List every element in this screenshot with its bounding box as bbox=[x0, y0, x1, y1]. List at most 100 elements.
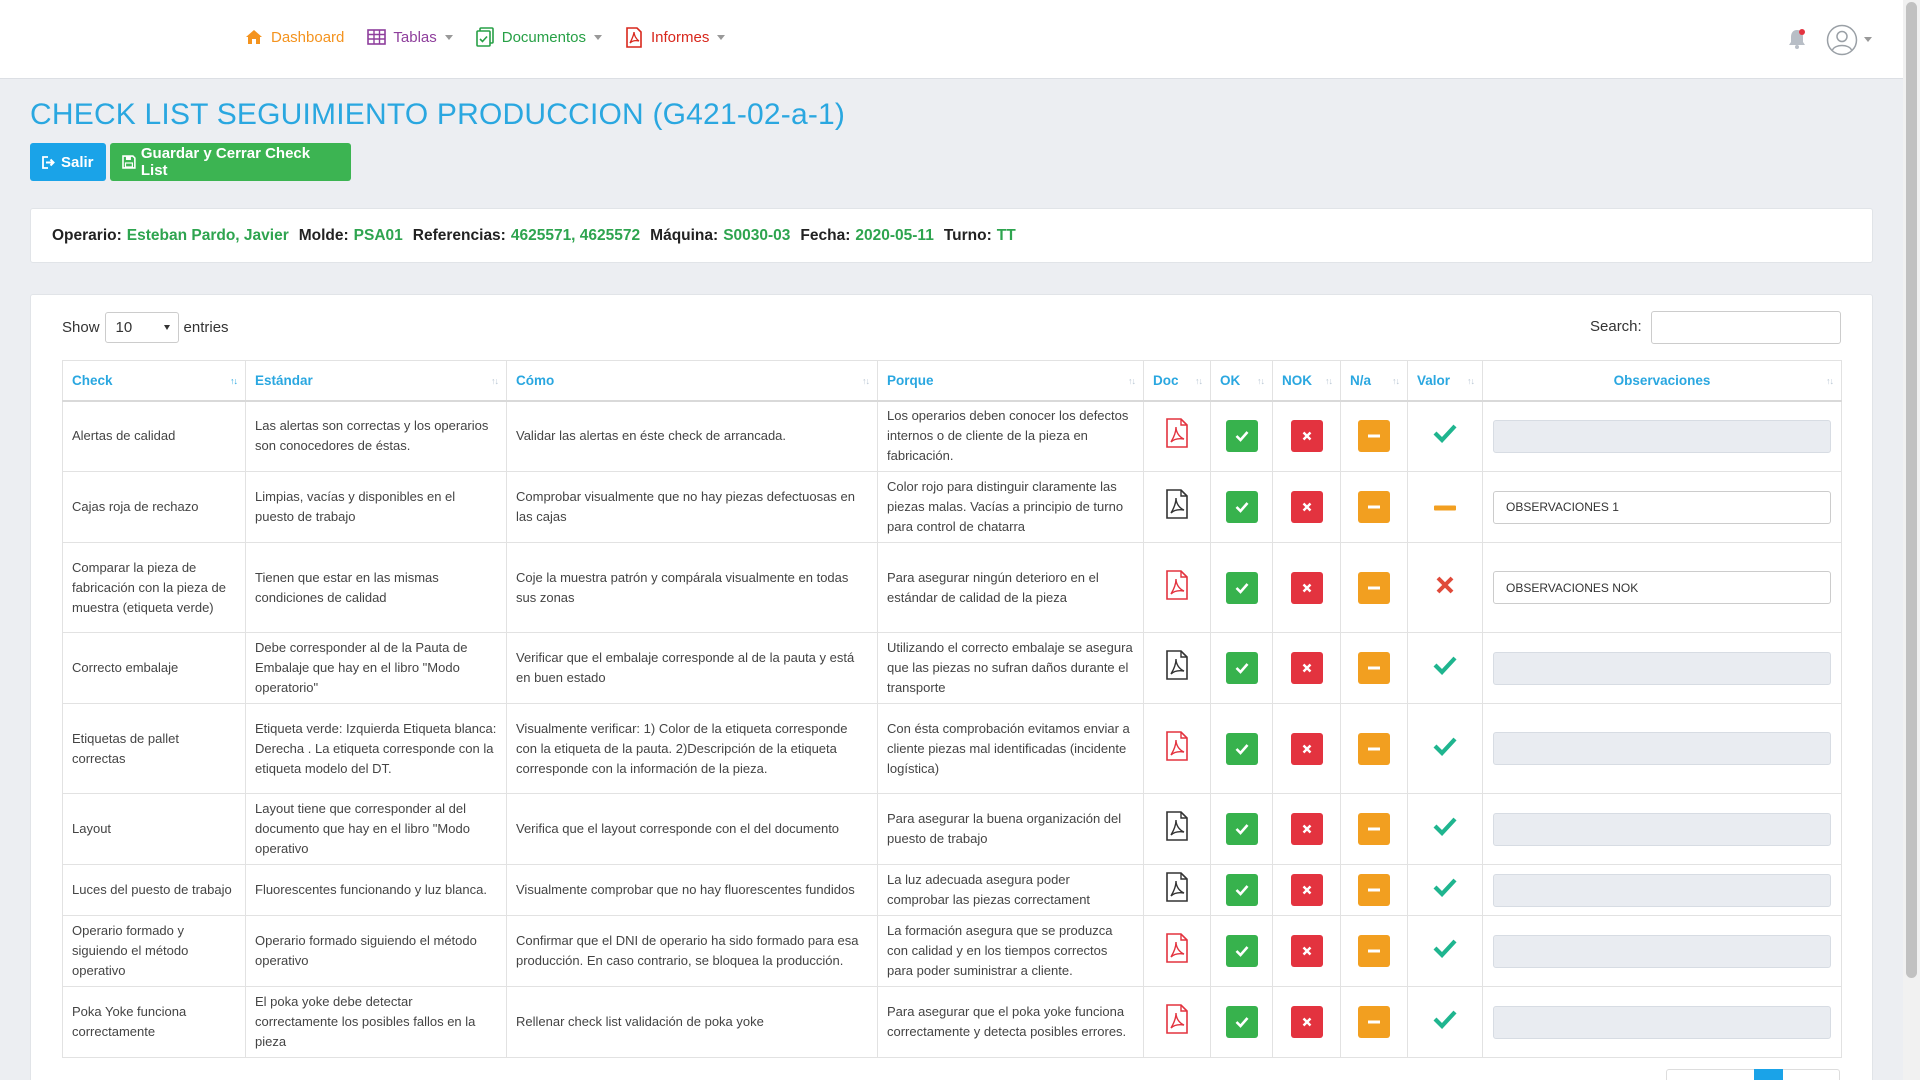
nav-dashboard[interactable]: Dashboard bbox=[244, 27, 344, 47]
ok-button[interactable] bbox=[1225, 874, 1258, 906]
table-row: Cajas roja de rechazo Limpias, vacías y d… bbox=[62, 471, 1842, 543]
scrollbar-thumb[interactable] bbox=[1906, 2, 1917, 978]
sort-arrows-icon: ↑↓ bbox=[1195, 376, 1203, 386]
notifications-bell-icon[interactable] bbox=[1787, 28, 1807, 50]
cell-estandar: Fluorescentes funcionando y luz blanca. bbox=[245, 864, 507, 916]
cell-nok bbox=[1272, 703, 1341, 794]
fecha-value: 2020-05-11 bbox=[855, 226, 934, 244]
cell-check: Luces del puesto de trabajo bbox=[62, 864, 246, 916]
cell-check: Operario formado y siguiendo el método o… bbox=[62, 915, 246, 987]
observaciones-input[interactable] bbox=[1493, 873, 1831, 907]
observaciones-input[interactable] bbox=[1493, 1005, 1831, 1039]
valor-status-icon bbox=[1435, 575, 1455, 595]
cell-observaciones bbox=[1482, 400, 1842, 472]
pdf-document-icon[interactable] bbox=[1165, 811, 1189, 847]
pdf-document-icon[interactable] bbox=[1165, 418, 1189, 454]
pagination[interactable] bbox=[1666, 1069, 1840, 1080]
cell-doc bbox=[1143, 793, 1211, 865]
table-header-row: Check ↑↓ Estándar ↑↓ Cómo ↑↓ Porque ↑↓ Doc ↑↓ OK ↑↓… bbox=[62, 360, 1842, 402]
na-button[interactable] bbox=[1358, 1006, 1390, 1038]
ok-button[interactable] bbox=[1225, 420, 1258, 453]
pagination-active-page[interactable] bbox=[1754, 1069, 1783, 1080]
na-button[interactable] bbox=[1358, 491, 1390, 523]
save-close-button[interactable]: Guardar y Cerrar Check List bbox=[110, 143, 351, 181]
cell-ok bbox=[1210, 793, 1273, 865]
pdf-document-icon[interactable] bbox=[1165, 933, 1189, 969]
nav-tablas[interactable]: Tablas bbox=[366, 27, 453, 47]
exit-button[interactable]: Salir bbox=[30, 143, 106, 181]
valor-status-icon bbox=[1433, 423, 1457, 444]
nok-button[interactable] bbox=[1290, 420, 1323, 453]
checklist-table: Check ↑↓ Estándar ↑↓ Cómo ↑↓ Porque ↑↓ Doc ↑↓ OK ↑↓… bbox=[62, 360, 1842, 1058]
nok-button[interactable] bbox=[1290, 813, 1323, 845]
home-icon bbox=[244, 27, 264, 47]
observaciones-input[interactable] bbox=[1493, 732, 1831, 765]
nok-button[interactable] bbox=[1290, 491, 1323, 523]
observaciones-input[interactable] bbox=[1493, 651, 1831, 685]
checklist-info-panel: Operario: Esteban Pardo, Javier Molde: P… bbox=[30, 208, 1873, 263]
nav-documentos[interactable]: Documentos bbox=[475, 27, 602, 47]
operario-label: Operario: bbox=[52, 226, 122, 244]
ok-button[interactable] bbox=[1225, 571, 1258, 604]
entries-select[interactable]: 10 bbox=[104, 312, 179, 343]
chevron-down-icon[interactable] bbox=[1864, 37, 1872, 42]
na-button[interactable] bbox=[1358, 420, 1390, 453]
operario-value: Esteban Pardo, Javier bbox=[126, 226, 289, 244]
observaciones-input[interactable] bbox=[1493, 419, 1831, 453]
nok-button[interactable] bbox=[1290, 652, 1323, 684]
nok-button[interactable] bbox=[1290, 732, 1323, 765]
column-header-nok[interactable]: NOK ↑↓ bbox=[1272, 360, 1341, 402]
minus-icon bbox=[1368, 827, 1380, 831]
minus-icon bbox=[1368, 666, 1380, 670]
column-header-doc[interactable]: Doc ↑↓ bbox=[1143, 360, 1211, 402]
ok-button[interactable] bbox=[1225, 813, 1258, 845]
column-header-porque[interactable]: Porque ↑↓ bbox=[877, 360, 1144, 402]
pdf-document-icon[interactable] bbox=[1165, 489, 1189, 525]
column-header-estandar[interactable]: Estándar ↑↓ bbox=[245, 360, 507, 402]
pdf-document-icon[interactable] bbox=[1165, 872, 1189, 908]
column-header-check[interactable]: Check ↑↓ bbox=[62, 360, 246, 402]
column-header-ok[interactable]: OK ↑↓ bbox=[1210, 360, 1273, 402]
user-avatar-icon[interactable] bbox=[1826, 24, 1858, 56]
na-button[interactable] bbox=[1358, 813, 1390, 845]
na-button[interactable] bbox=[1358, 732, 1390, 765]
observaciones-input[interactable] bbox=[1493, 934, 1831, 968]
pdf-document-icon[interactable] bbox=[1165, 650, 1189, 686]
cell-porque: Utilizando el correcto embalaje se asegu… bbox=[877, 632, 1144, 704]
observaciones-input[interactable]: OBSERVACIONES NOK bbox=[1493, 571, 1831, 604]
na-button[interactable] bbox=[1358, 652, 1390, 684]
observaciones-input[interactable]: OBSERVACIONES 1 bbox=[1493, 490, 1831, 524]
column-header-como[interactable]: Cómo ↑↓ bbox=[506, 360, 878, 402]
ok-button[interactable] bbox=[1225, 1006, 1258, 1038]
column-header-observaciones[interactable]: Observaciones ↑↓ bbox=[1482, 360, 1842, 402]
ok-button[interactable] bbox=[1225, 732, 1258, 765]
nav-informes[interactable]: Informes bbox=[624, 26, 726, 48]
nok-button[interactable] bbox=[1290, 935, 1323, 967]
cell-estandar: Limpias, vacías y disponibles en el pues… bbox=[245, 471, 507, 543]
cell-check: Poka Yoke funciona correctamente bbox=[62, 986, 246, 1058]
observaciones-input[interactable] bbox=[1493, 812, 1831, 846]
pdf-document-icon[interactable] bbox=[1165, 1004, 1189, 1040]
nok-button[interactable] bbox=[1290, 1006, 1323, 1038]
ok-button[interactable] bbox=[1225, 652, 1258, 684]
pdf-document-icon[interactable] bbox=[1165, 730, 1189, 767]
search-input[interactable] bbox=[1651, 311, 1841, 344]
pdf-document-icon[interactable] bbox=[1165, 569, 1189, 606]
save-icon bbox=[122, 155, 136, 169]
ok-button[interactable] bbox=[1225, 935, 1258, 967]
cell-valor bbox=[1407, 632, 1483, 704]
column-header-na[interactable]: N/a ↑↓ bbox=[1340, 360, 1408, 402]
column-header-valor[interactable]: Valor ↑↓ bbox=[1407, 360, 1483, 402]
nok-button[interactable] bbox=[1290, 571, 1323, 604]
column-header-label: N/a bbox=[1350, 372, 1372, 388]
nav-informes-label: Informes bbox=[650, 28, 710, 46]
ok-button[interactable] bbox=[1225, 491, 1258, 523]
cell-observaciones: OBSERVACIONES 1 bbox=[1482, 471, 1842, 543]
cell-doc bbox=[1143, 703, 1211, 794]
chevron-down-icon bbox=[593, 34, 602, 40]
na-button[interactable] bbox=[1358, 874, 1390, 906]
na-button[interactable] bbox=[1358, 571, 1390, 604]
fecha-label: Fecha: bbox=[800, 226, 851, 244]
nok-button[interactable] bbox=[1290, 874, 1323, 906]
na-button[interactable] bbox=[1358, 935, 1390, 967]
